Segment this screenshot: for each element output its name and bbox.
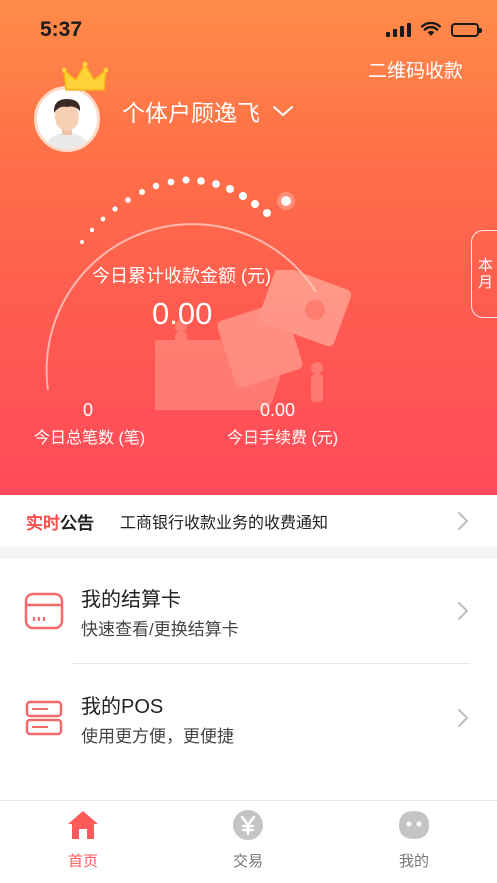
tab-home[interactable]: 首页 — [33, 809, 133, 871]
profile-icon — [399, 811, 429, 839]
status-time: 5:37 — [40, 18, 83, 41]
crown-icon — [62, 62, 108, 91]
pos-title: 我的POS — [81, 696, 164, 718]
section-gap — [0, 547, 497, 559]
total-count-value: 0 — [83, 400, 94, 420]
announcement-tag: 实时公告 — [26, 509, 94, 534]
signal-icon — [386, 22, 411, 37]
status-bar: 5:37 — [0, 0, 497, 56]
menu-divider — [72, 663, 470, 664]
announcement-text: 工商银行收款业务的收费通知 — [120, 515, 329, 532]
settlement-card-subtitle: 快速查看/更换结算卡 — [81, 620, 239, 639]
pos-subtitle: 使用更方便，更便捷 — [81, 727, 234, 746]
fee-label: 今日手续费 (元) — [227, 430, 339, 447]
yen-icon — [233, 810, 263, 840]
tab-bar: 首页 交易 我的 — [0, 800, 497, 883]
pos-icon — [25, 700, 63, 736]
card-icon — [24, 592, 64, 630]
tab-home-label: 首页 — [67, 853, 98, 870]
announcement-tag-red: 实时 — [26, 513, 60, 533]
announcement-bar[interactable]: 实时公告 工商银行收款业务的收费通知 — [0, 495, 497, 547]
header-panel: 5:37 二维码收款 个体户顾逸飞 本月 今日累计收款金额 (元) 0.00 0… — [0, 0, 497, 495]
fee-value: 0.00 — [260, 400, 296, 420]
user-switcher[interactable]: 个体户顾逸飞 — [122, 94, 294, 128]
settlement-card-title: 我的结算卡 — [81, 589, 181, 611]
home-icon — [68, 811, 98, 839]
settlement-card-item[interactable]: 我的结算卡 快速查看/更换结算卡 — [0, 559, 497, 663]
cashier-illustration — [155, 270, 352, 410]
tab-trade-label: 交易 — [232, 853, 263, 870]
battery-icon — [451, 22, 482, 37]
pos-item[interactable]: 我的POS 使用更方便，更便捷 — [0, 666, 497, 770]
tab-trade[interactable]: 交易 — [198, 809, 298, 871]
total-count-label: 今日总笔数 (笔) — [34, 430, 146, 447]
avatar-image — [34, 86, 100, 152]
announcement-tag-black: 公告 — [60, 513, 94, 533]
wifi-icon — [421, 22, 441, 36]
tab-mine-label: 我的 — [398, 853, 429, 870]
avatar[interactable] — [34, 62, 108, 152]
chevron-right-icon — [458, 512, 469, 530]
month-tab[interactable]: 本月 — [471, 230, 497, 318]
today-amount-value: 0.00 — [152, 296, 213, 331]
qr-code-payment-link[interactable]: 二维码收款 — [368, 56, 463, 83]
tab-mine[interactable]: 我的 — [364, 809, 464, 871]
today-amount-label: 今日累计收款金额 (元) — [92, 266, 271, 286]
chevron-down-icon — [273, 106, 293, 117]
chevron-right-icon — [458, 709, 469, 727]
status-icons — [386, 22, 482, 37]
chevron-right-icon — [458, 602, 469, 620]
user-name: 个体户顾逸飞 — [122, 100, 260, 126]
